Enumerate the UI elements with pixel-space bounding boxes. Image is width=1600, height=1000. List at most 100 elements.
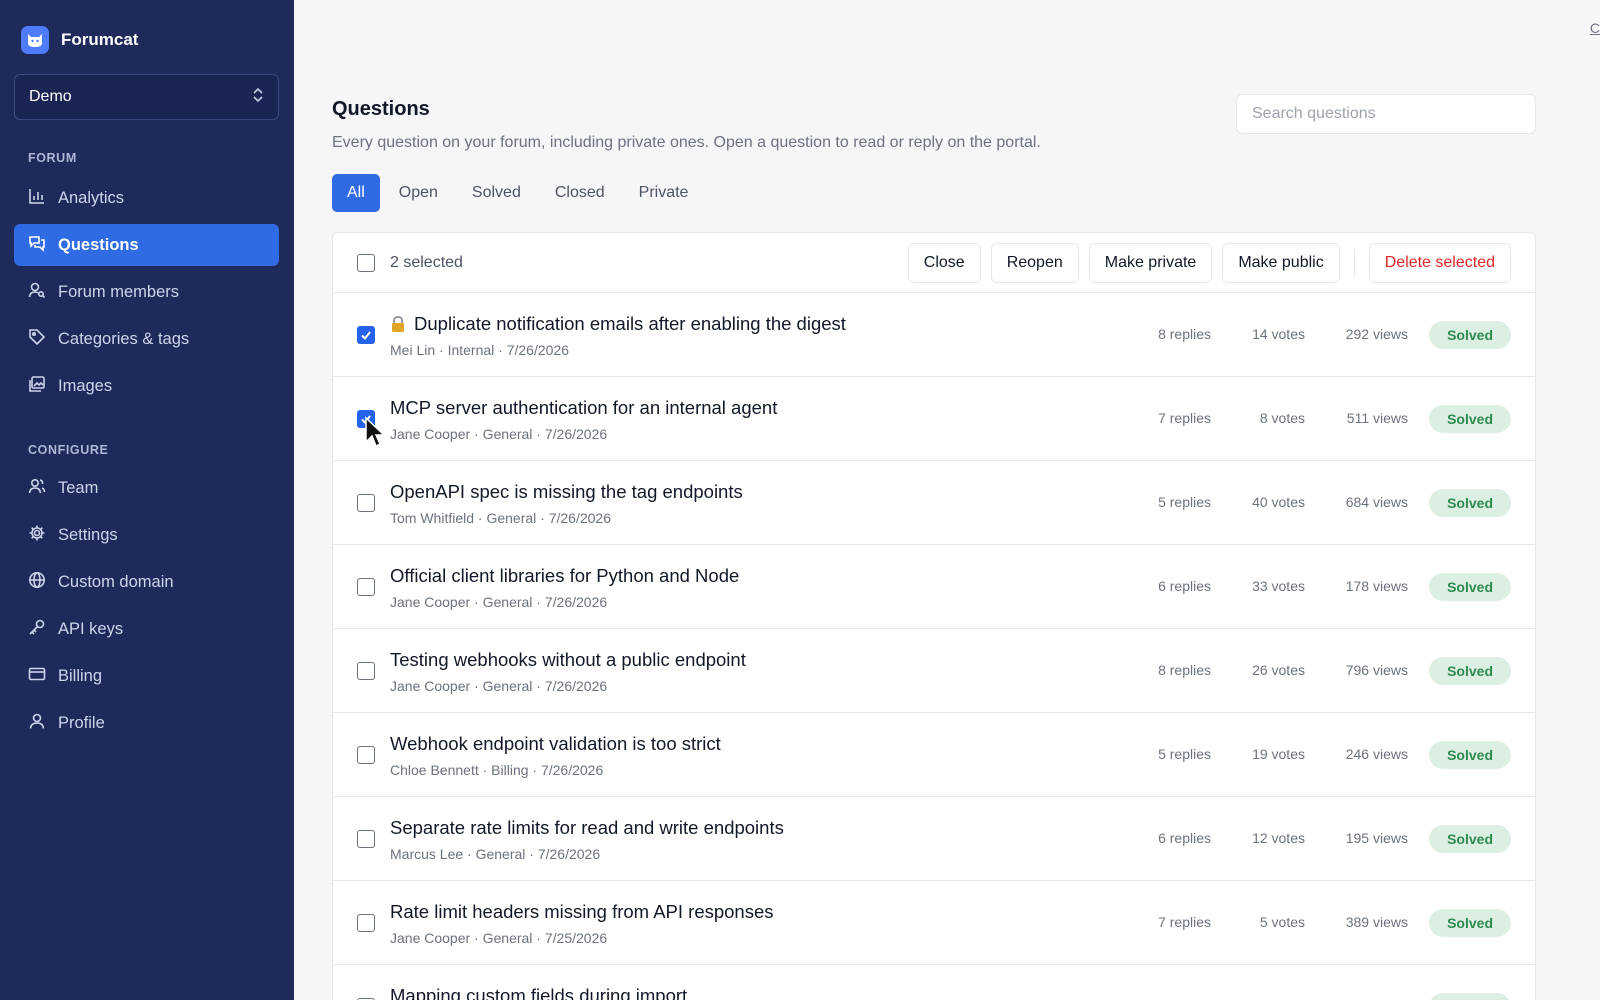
table-row[interactable]: Rate limit headers missing from API resp…	[333, 881, 1535, 965]
reply-count: 5 replies	[1158, 746, 1211, 762]
images-icon	[28, 375, 46, 398]
delete-selected-button[interactable]: Delete selected	[1368, 243, 1511, 283]
key-icon	[28, 618, 46, 641]
question-meta: Marcus Lee · General · 7/26/2026	[390, 846, 601, 862]
row-checkbox[interactable]	[357, 494, 375, 512]
sidebar-item-api-keys[interactable]: API keys	[14, 608, 279, 650]
vote-count: 26 votes	[1252, 662, 1305, 678]
select-all-checkbox[interactable]	[357, 253, 375, 272]
workspace-select[interactable]: Demo	[14, 74, 279, 120]
tab-closed[interactable]: Closed	[540, 174, 620, 212]
table-row[interactable]: Duplicate notification emails after enab…	[333, 293, 1535, 377]
view-count: 292 views	[1345, 326, 1408, 342]
table-row[interactable]: OpenAPI spec is missing the tag endpoint…	[333, 461, 1535, 545]
sidebar-item-settings[interactable]: Settings	[14, 514, 279, 556]
row-checkbox[interactable]	[357, 326, 375, 344]
sidebar-item-profile[interactable]: Profile	[14, 702, 279, 744]
question-title-link[interactable]: Webhook endpoint validation is too stric…	[390, 733, 721, 755]
question-title: Duplicate notification emails after enab…	[414, 313, 846, 334]
credit-card-icon	[28, 665, 46, 688]
sidebar-item-custom-domain[interactable]: Custom domain	[14, 561, 279, 603]
question-title-link[interactable]: OpenAPI spec is missing the tag endpoint…	[390, 481, 743, 503]
vote-count: 19 votes	[1252, 746, 1305, 762]
section-label-configure: CONFIGURE	[28, 443, 109, 457]
row-checkbox[interactable]	[357, 662, 375, 680]
question-title-link[interactable]: Mapping custom fields during import	[390, 985, 687, 1000]
vote-count: 8 votes	[1259, 410, 1305, 426]
question-list: Duplicate notification emails after enab…	[333, 293, 1535, 1000]
row-checkbox[interactable]	[357, 830, 375, 848]
sidebar-item-label: Profile	[58, 713, 105, 732]
question-title-link[interactable]: Rate limit headers missing from API resp…	[390, 901, 774, 923]
question-title-link[interactable]: Separate rate limits for read and write …	[390, 817, 784, 839]
sidebar-item-team[interactable]: Team	[14, 467, 279, 509]
tab-private[interactable]: Private	[624, 174, 704, 212]
status-badge: Solved	[1429, 489, 1511, 517]
question-title-link[interactable]: MCP server authentication for an interna…	[390, 397, 777, 419]
page-description: Every question on your forum, including …	[332, 134, 1041, 151]
workspace-name: Demo	[29, 88, 72, 105]
question-title-link[interactable]: Official client libraries for Python and…	[390, 565, 739, 587]
chevron-up-down-icon	[252, 87, 264, 108]
sidebar-item-forum-members[interactable]: Forum members	[14, 271, 279, 313]
view-count: 796 views	[1345, 662, 1408, 678]
close-button[interactable]: Close	[907, 243, 981, 283]
question-title: Testing webhooks without a public endpoi…	[390, 649, 746, 670]
users-icon	[28, 477, 46, 500]
view-count: 511 views	[1346, 410, 1408, 426]
row-checkbox[interactable]	[357, 746, 375, 764]
globe-icon	[28, 571, 46, 594]
brand[interactable]: Forumcat	[21, 26, 138, 54]
table-row[interactable]: Testing webhooks without a public endpoi…	[333, 629, 1535, 713]
table-row[interactable]: Webhook endpoint validation is too stric…	[333, 713, 1535, 797]
tab-open[interactable]: Open	[384, 174, 453, 212]
tab-solved[interactable]: Solved	[457, 174, 536, 212]
app-name: Forumcat	[61, 30, 139, 49]
table-row[interactable]: Separate rate limits for read and write …	[333, 797, 1535, 881]
table-row[interactable]: Official client libraries for Python and…	[333, 545, 1535, 629]
reopen-button[interactable]: Reopen	[990, 243, 1079, 283]
sidebar-item-label: API keys	[58, 619, 124, 638]
make-private-button[interactable]: Make private	[1088, 243, 1213, 283]
view-count: 246 views	[1345, 746, 1408, 762]
question-title: Webhook endpoint validation is too stric…	[390, 733, 721, 754]
sidebar-item-analytics[interactable]: Analytics	[14, 177, 279, 219]
sidebar-item-categories-tags[interactable]: Categories & tags	[14, 318, 279, 360]
vote-count: 14 votes	[1252, 326, 1305, 342]
status-badge: Solved	[1429, 657, 1511, 685]
reply-count: 7 replies	[1158, 914, 1211, 930]
make-public-button[interactable]: Make public	[1222, 243, 1340, 283]
search-input[interactable]	[1236, 94, 1536, 134]
lock-icon	[390, 315, 406, 333]
section-label-forum: FORUM	[28, 151, 77, 165]
sidebar-item-images[interactable]: Images	[14, 365, 279, 407]
row-checkbox[interactable]	[357, 578, 375, 596]
corner-link[interactable]: C	[1590, 20, 1600, 36]
reply-count: 5 replies	[1158, 494, 1211, 510]
tab-all[interactable]: All	[332, 174, 380, 212]
reply-count: 7 replies	[1158, 410, 1211, 426]
vote-count: 5 votes	[1259, 914, 1305, 930]
user-search-icon	[28, 281, 46, 304]
sidebar-item-label: Analytics	[58, 188, 125, 207]
mouse-cursor-icon	[365, 416, 386, 448]
sidebar-item-billing[interactable]: Billing	[14, 655, 279, 697]
question-title: Separate rate limits for read and write …	[390, 817, 784, 838]
reply-count: 8 replies	[1158, 662, 1211, 678]
question-title-link[interactable]: Duplicate notification emails after enab…	[390, 313, 846, 335]
sidebar-item-label: Custom domain	[58, 572, 174, 591]
main-content: C Questions Every question on your forum…	[294, 0, 1600, 1000]
status-badge: Solved	[1429, 405, 1511, 433]
table-row[interactable]: MCP server authentication for an interna…	[333, 377, 1535, 461]
sidebar-item-questions[interactable]: Questions	[14, 224, 279, 266]
table-row[interactable]: Mapping custom fields during import6 rep…	[333, 965, 1535, 1000]
status-badge: Solved	[1429, 741, 1511, 769]
bulk-actions-toolbar: 2 selected Close Reopen Make private Mak…	[333, 233, 1535, 293]
sidebar: Forumcat Demo FORUM Analytics Questions …	[0, 0, 294, 1000]
toolbar-divider	[1353, 249, 1355, 277]
question-meta: Jane Cooper · General · 7/26/2026	[390, 594, 608, 610]
question-meta: Jane Cooper · General · 7/26/2026	[390, 426, 608, 442]
row-checkbox[interactable]	[357, 914, 375, 932]
reply-count: 6 replies	[1158, 830, 1211, 846]
question-title-link[interactable]: Testing webhooks without a public endpoi…	[390, 649, 746, 671]
